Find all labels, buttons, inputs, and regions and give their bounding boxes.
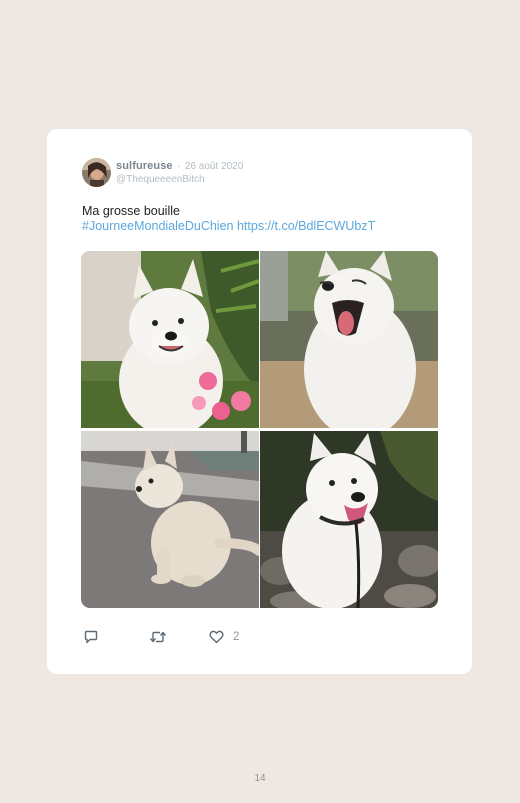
- photo-3[interactable]: [81, 431, 259, 608]
- like-button[interactable]: 2: [209, 630, 239, 644]
- url-link[interactable]: https://t.co/BdlECWUbzT: [237, 219, 375, 233]
- meta-top: sulfureuse · 26 août 2020: [116, 158, 243, 173]
- photo-1[interactable]: [81, 251, 259, 428]
- tweet-card: sulfureuse · 26 août 2020 @ThequeeeenBit…: [47, 129, 472, 674]
- retweet-button[interactable]: [149, 629, 167, 645]
- like-count: 2: [233, 631, 240, 643]
- user-handle[interactable]: @ThequeeeenBitch: [116, 173, 243, 186]
- avatar[interactable]: [82, 157, 111, 187]
- page-number: 14: [254, 773, 266, 784]
- tweet-header: sulfureuse · 26 août 2020 @ThequeeeenBit…: [82, 156, 243, 188]
- tweet-text-line: Ma grosse bouille: [82, 204, 180, 218]
- retweet-icon: [149, 629, 167, 645]
- display-name[interactable]: sulfureuse: [116, 160, 173, 172]
- media-grid: [81, 251, 438, 608]
- tweet-text: Ma grosse bouille #JourneeMondialeDuChie…: [82, 204, 375, 234]
- reply-button[interactable]: [83, 629, 99, 645]
- tweet-text-links: #JourneeMondialeDuChien https://t.co/Bdl…: [82, 219, 375, 234]
- hashtag-link[interactable]: #JourneeMondialeDuChien: [82, 219, 234, 233]
- reply-icon: [83, 629, 99, 645]
- tweet-date[interactable]: 26 août 2020: [185, 161, 243, 172]
- photo-4[interactable]: [260, 431, 438, 608]
- heart-icon: [209, 630, 224, 644]
- photo-2[interactable]: [260, 251, 438, 428]
- separator: ·: [177, 161, 181, 172]
- tweet-meta: sulfureuse · 26 août 2020 @ThequeeeenBit…: [116, 158, 243, 186]
- tweet-actions: 2: [83, 628, 239, 646]
